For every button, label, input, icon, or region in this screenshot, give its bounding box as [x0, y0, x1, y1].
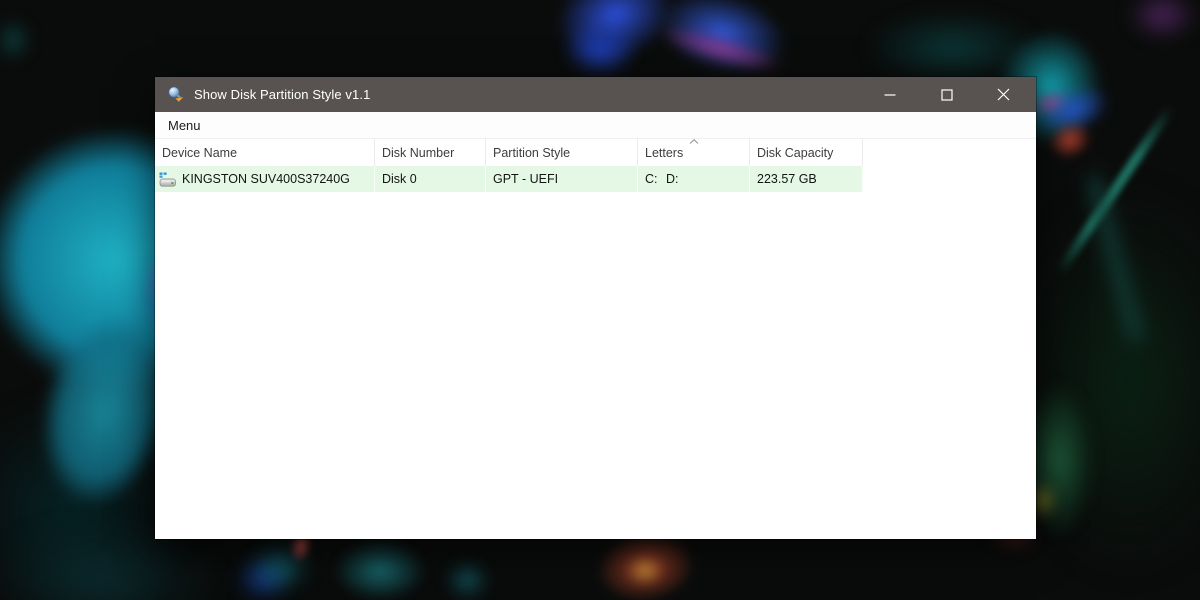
cell-disk-number: Disk 0 [375, 166, 486, 192]
wallpaper-leaf-blob [620, 550, 670, 590]
sort-ascending-icon [689, 139, 699, 144]
wallpaper-leaf-blob [0, 10, 38, 70]
menu-item-menu[interactable]: Menu [160, 114, 209, 136]
column-header-disk-number[interactable]: Disk Number [375, 139, 486, 166]
cell-partition-style: GPT - UEFI [486, 166, 638, 192]
column-header-disk-capacity[interactable]: Disk Capacity [750, 139, 863, 166]
close-button[interactable] [975, 77, 1032, 112]
table-header-row: Device Name Disk Number Partition Style … [155, 139, 1036, 166]
app-window: Show Disk Partition Style v1.1 Menu Devi… [155, 77, 1036, 539]
wallpaper-leaf-blob [320, 530, 440, 600]
window-controls [861, 77, 1032, 112]
cell-device-name: KINGSTON SUV400S37240G [155, 166, 375, 192]
maximize-button[interactable] [918, 77, 975, 112]
window-title: Show Disk Partition Style v1.1 [194, 87, 371, 102]
hard-drive-icon [159, 172, 176, 187]
menu-bar: Menu [155, 112, 1036, 139]
magnifier-app-icon [167, 86, 185, 103]
client-area: Device Name Disk Number Partition Style … [155, 139, 1036, 539]
column-header-letters[interactable]: Letters [638, 139, 750, 166]
wallpaper-leaf-blob [440, 555, 495, 600]
minimize-icon [884, 93, 895, 96]
cell-letters: C: D: [638, 166, 750, 192]
wallpaper-leaf-blob [550, 12, 650, 87]
titlebar[interactable]: Show Disk Partition Style v1.1 [155, 77, 1036, 112]
minimize-button[interactable] [861, 77, 918, 112]
maximize-icon [940, 88, 953, 101]
column-header-device-name[interactable]: Device Name [155, 139, 375, 166]
column-header-partition-style[interactable]: Partition Style [486, 139, 638, 166]
close-icon [997, 88, 1010, 101]
table-row[interactable]: KINGSTON SUV400S37240G Disk 0 GPT - UEFI… [155, 166, 1036, 192]
cell-disk-capacity: 223.57 GB [750, 166, 863, 192]
